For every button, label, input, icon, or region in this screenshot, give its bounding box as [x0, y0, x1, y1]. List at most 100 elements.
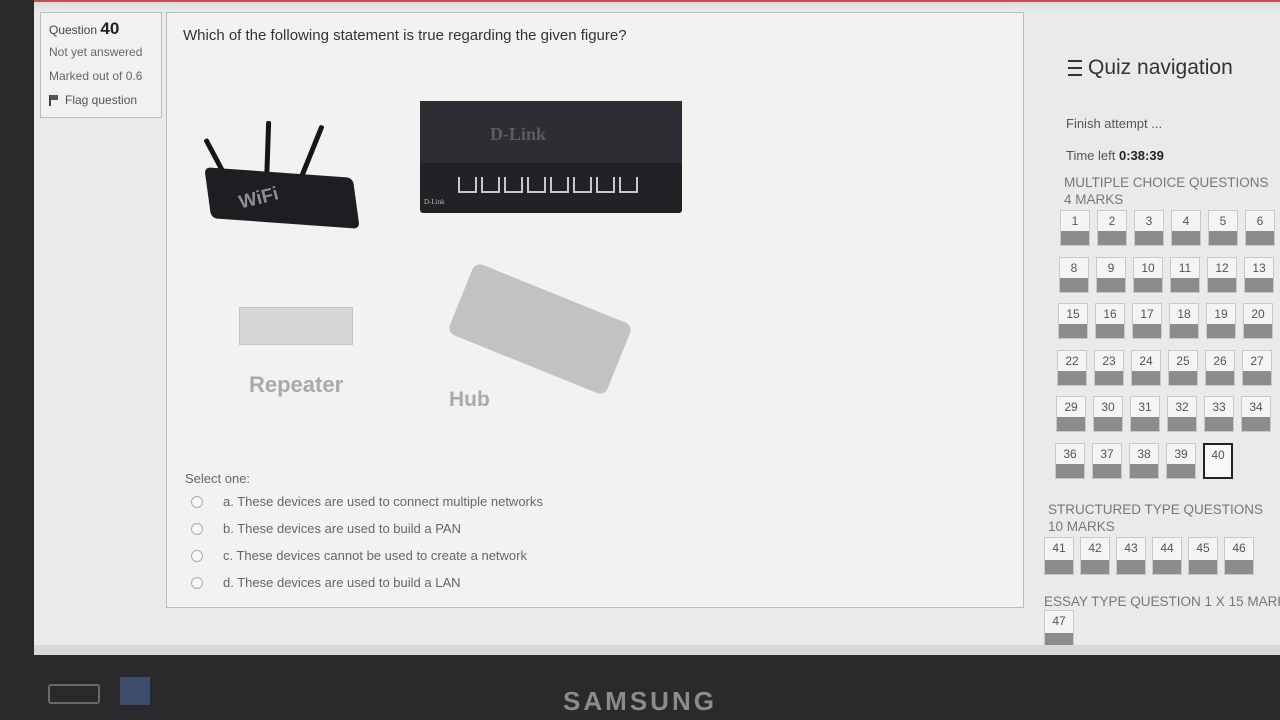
option-d[interactable]: d. These devices are used to build a LAN [191, 575, 461, 590]
question-nav-button-37[interactable]: 37 [1092, 442, 1122, 479]
quiz-navigation-panel: Quiz navigation Finish attempt ... Time … [1044, 40, 1280, 655]
question-nav-button-20[interactable]: 20 [1243, 303, 1273, 339]
question-nav-button-46[interactable]: 46 [1224, 537, 1254, 575]
question-nav-status [1060, 277, 1088, 292]
question-nav-status [1061, 231, 1089, 245]
question-nav-button-29[interactable]: 29 [1056, 396, 1086, 432]
time-left-label: Time left [1066, 148, 1116, 163]
question-nav-button-18[interactable]: 18 [1169, 303, 1199, 339]
question-nav-status [1243, 370, 1271, 385]
question-nav-button-40[interactable]: 40 [1203, 442, 1233, 479]
question-nav-button-43[interactable]: 43 [1116, 537, 1146, 575]
question-nav-button-38[interactable]: 38 [1129, 442, 1159, 479]
question-nav-status [1171, 277, 1199, 292]
question-nav-button-11[interactable]: 11 [1170, 256, 1200, 293]
question-nav-number: 2 [1108, 214, 1116, 228]
flag-question-link[interactable]: Flag question [49, 93, 137, 107]
radio-button-b[interactable] [191, 522, 203, 535]
question-number-value: 40 [100, 19, 120, 38]
question-nav-button-45[interactable]: 45 [1188, 537, 1218, 575]
question-nav-number: 41 [1052, 541, 1066, 555]
question-nav-number: 6 [1256, 214, 1264, 228]
question-nav-button-4[interactable]: 4 [1171, 210, 1201, 246]
question-text: Which of the following statement is true… [183, 27, 627, 44]
question-nav-number: 9 [1107, 260, 1115, 275]
question-nav-status [1058, 370, 1086, 385]
question-nav-status [1205, 417, 1233, 431]
question-nav-status [1189, 560, 1217, 574]
question-nav-button-6[interactable]: 6 [1245, 210, 1275, 246]
question-nav-number: 36 [1063, 446, 1077, 461]
question-nav-button-30[interactable]: 30 [1093, 396, 1123, 432]
question-nav-number: 40 [1211, 447, 1225, 462]
question-nav-button-25[interactable]: 25 [1168, 349, 1198, 386]
question-nav-status [1093, 463, 1121, 478]
question-nav-button-22[interactable]: 22 [1057, 349, 1087, 386]
question-nav-number: 32 [1175, 400, 1189, 414]
question-nav-button-19[interactable]: 19 [1206, 303, 1236, 339]
question-nav-button-5[interactable]: 5 [1208, 210, 1238, 246]
finish-attempt-link[interactable]: Finish attempt ... [1066, 116, 1162, 131]
question-nav-button-24[interactable]: 24 [1131, 349, 1161, 386]
question-nav-button-26[interactable]: 26 [1205, 349, 1235, 386]
option-b-label: b. These devices are used to build a PAN [223, 521, 461, 536]
question-nav-button-1[interactable]: 1 [1060, 210, 1090, 246]
answer-status: Not yet answered [49, 45, 143, 59]
question-info-panel: Question 40 Not yet answered Marked out … [40, 12, 162, 118]
mcq-section-heading: MULTIPLE CHOICE QUESTIONS 4 MARKS [1064, 175, 1269, 207]
question-nav-status [1059, 324, 1087, 338]
option-a[interactable]: a. These devices are used to connect mul… [191, 494, 543, 509]
browser-screen: Question 40 Not yet answered Marked out … [34, 0, 1280, 655]
question-nav-button-36[interactable]: 36 [1055, 442, 1085, 479]
question-nav-button-16[interactable]: 16 [1095, 303, 1125, 339]
question-nav-status [1131, 417, 1159, 431]
horizontal-scrollbar[interactable] [34, 645, 1280, 655]
question-nav-number: 42 [1088, 541, 1102, 555]
question-nav-status [1095, 370, 1123, 385]
question-nav-button-44[interactable]: 44 [1152, 537, 1182, 575]
question-nav-button-47[interactable]: 47 [1044, 610, 1074, 648]
question-nav-status [1057, 417, 1085, 431]
repeater-image [239, 307, 353, 345]
question-nav-number: 31 [1138, 400, 1152, 414]
question-nav-number: 18 [1177, 307, 1191, 321]
question-nav-button-9[interactable]: 9 [1096, 256, 1126, 293]
question-nav-status [1208, 277, 1236, 292]
question-nav-button-27[interactable]: 27 [1242, 349, 1272, 386]
question-nav-number: 10 [1141, 260, 1155, 275]
question-nav-button-13[interactable]: 13 [1244, 256, 1274, 293]
question-nav-number: 12 [1215, 260, 1229, 275]
radio-button-d[interactable] [191, 576, 203, 589]
radio-button-a[interactable] [191, 495, 203, 508]
question-nav-status [1209, 231, 1237, 245]
question-nav-button-3[interactable]: 3 [1134, 210, 1164, 246]
question-nav-button-23[interactable]: 23 [1094, 349, 1124, 386]
question-nav-status [1094, 417, 1122, 431]
question-nav-button-32[interactable]: 32 [1167, 396, 1197, 432]
question-nav-status [1246, 231, 1274, 245]
question-nav-status [1207, 324, 1235, 338]
question-nav-button-31[interactable]: 31 [1130, 396, 1160, 432]
question-nav-number: 38 [1137, 446, 1151, 461]
question-nav-button-8[interactable]: 8 [1059, 256, 1089, 293]
option-b[interactable]: b. These devices are used to build a PAN [191, 521, 461, 536]
question-nav-button-34[interactable]: 34 [1241, 396, 1271, 432]
question-label: Question [49, 23, 98, 37]
option-c[interactable]: c. These devices cannot be used to creat… [191, 548, 527, 563]
question-nav-button-42[interactable]: 42 [1080, 537, 1110, 575]
question-nav-button-15[interactable]: 15 [1058, 303, 1088, 339]
question-nav-number: 37 [1100, 446, 1114, 461]
question-nav-button-10[interactable]: 10 [1133, 256, 1163, 293]
question-nav-button-17[interactable]: 17 [1132, 303, 1162, 339]
question-nav-button-12[interactable]: 12 [1207, 256, 1237, 293]
question-nav-status [1045, 560, 1073, 574]
radio-button-c[interactable] [191, 549, 203, 562]
time-left: Time left 0:38:39 [1066, 148, 1164, 163]
question-nav-number: 3 [1145, 214, 1153, 228]
question-nav-button-41[interactable]: 41 [1044, 537, 1074, 575]
question-nav-button-33[interactable]: 33 [1204, 396, 1234, 432]
question-nav-button-2[interactable]: 2 [1097, 210, 1127, 246]
essay-section-heading: ESSAY TYPE QUESTION 1 X 15 MARK [1044, 594, 1280, 609]
question-nav-number: 43 [1124, 541, 1138, 555]
question-nav-button-39[interactable]: 39 [1166, 442, 1196, 479]
